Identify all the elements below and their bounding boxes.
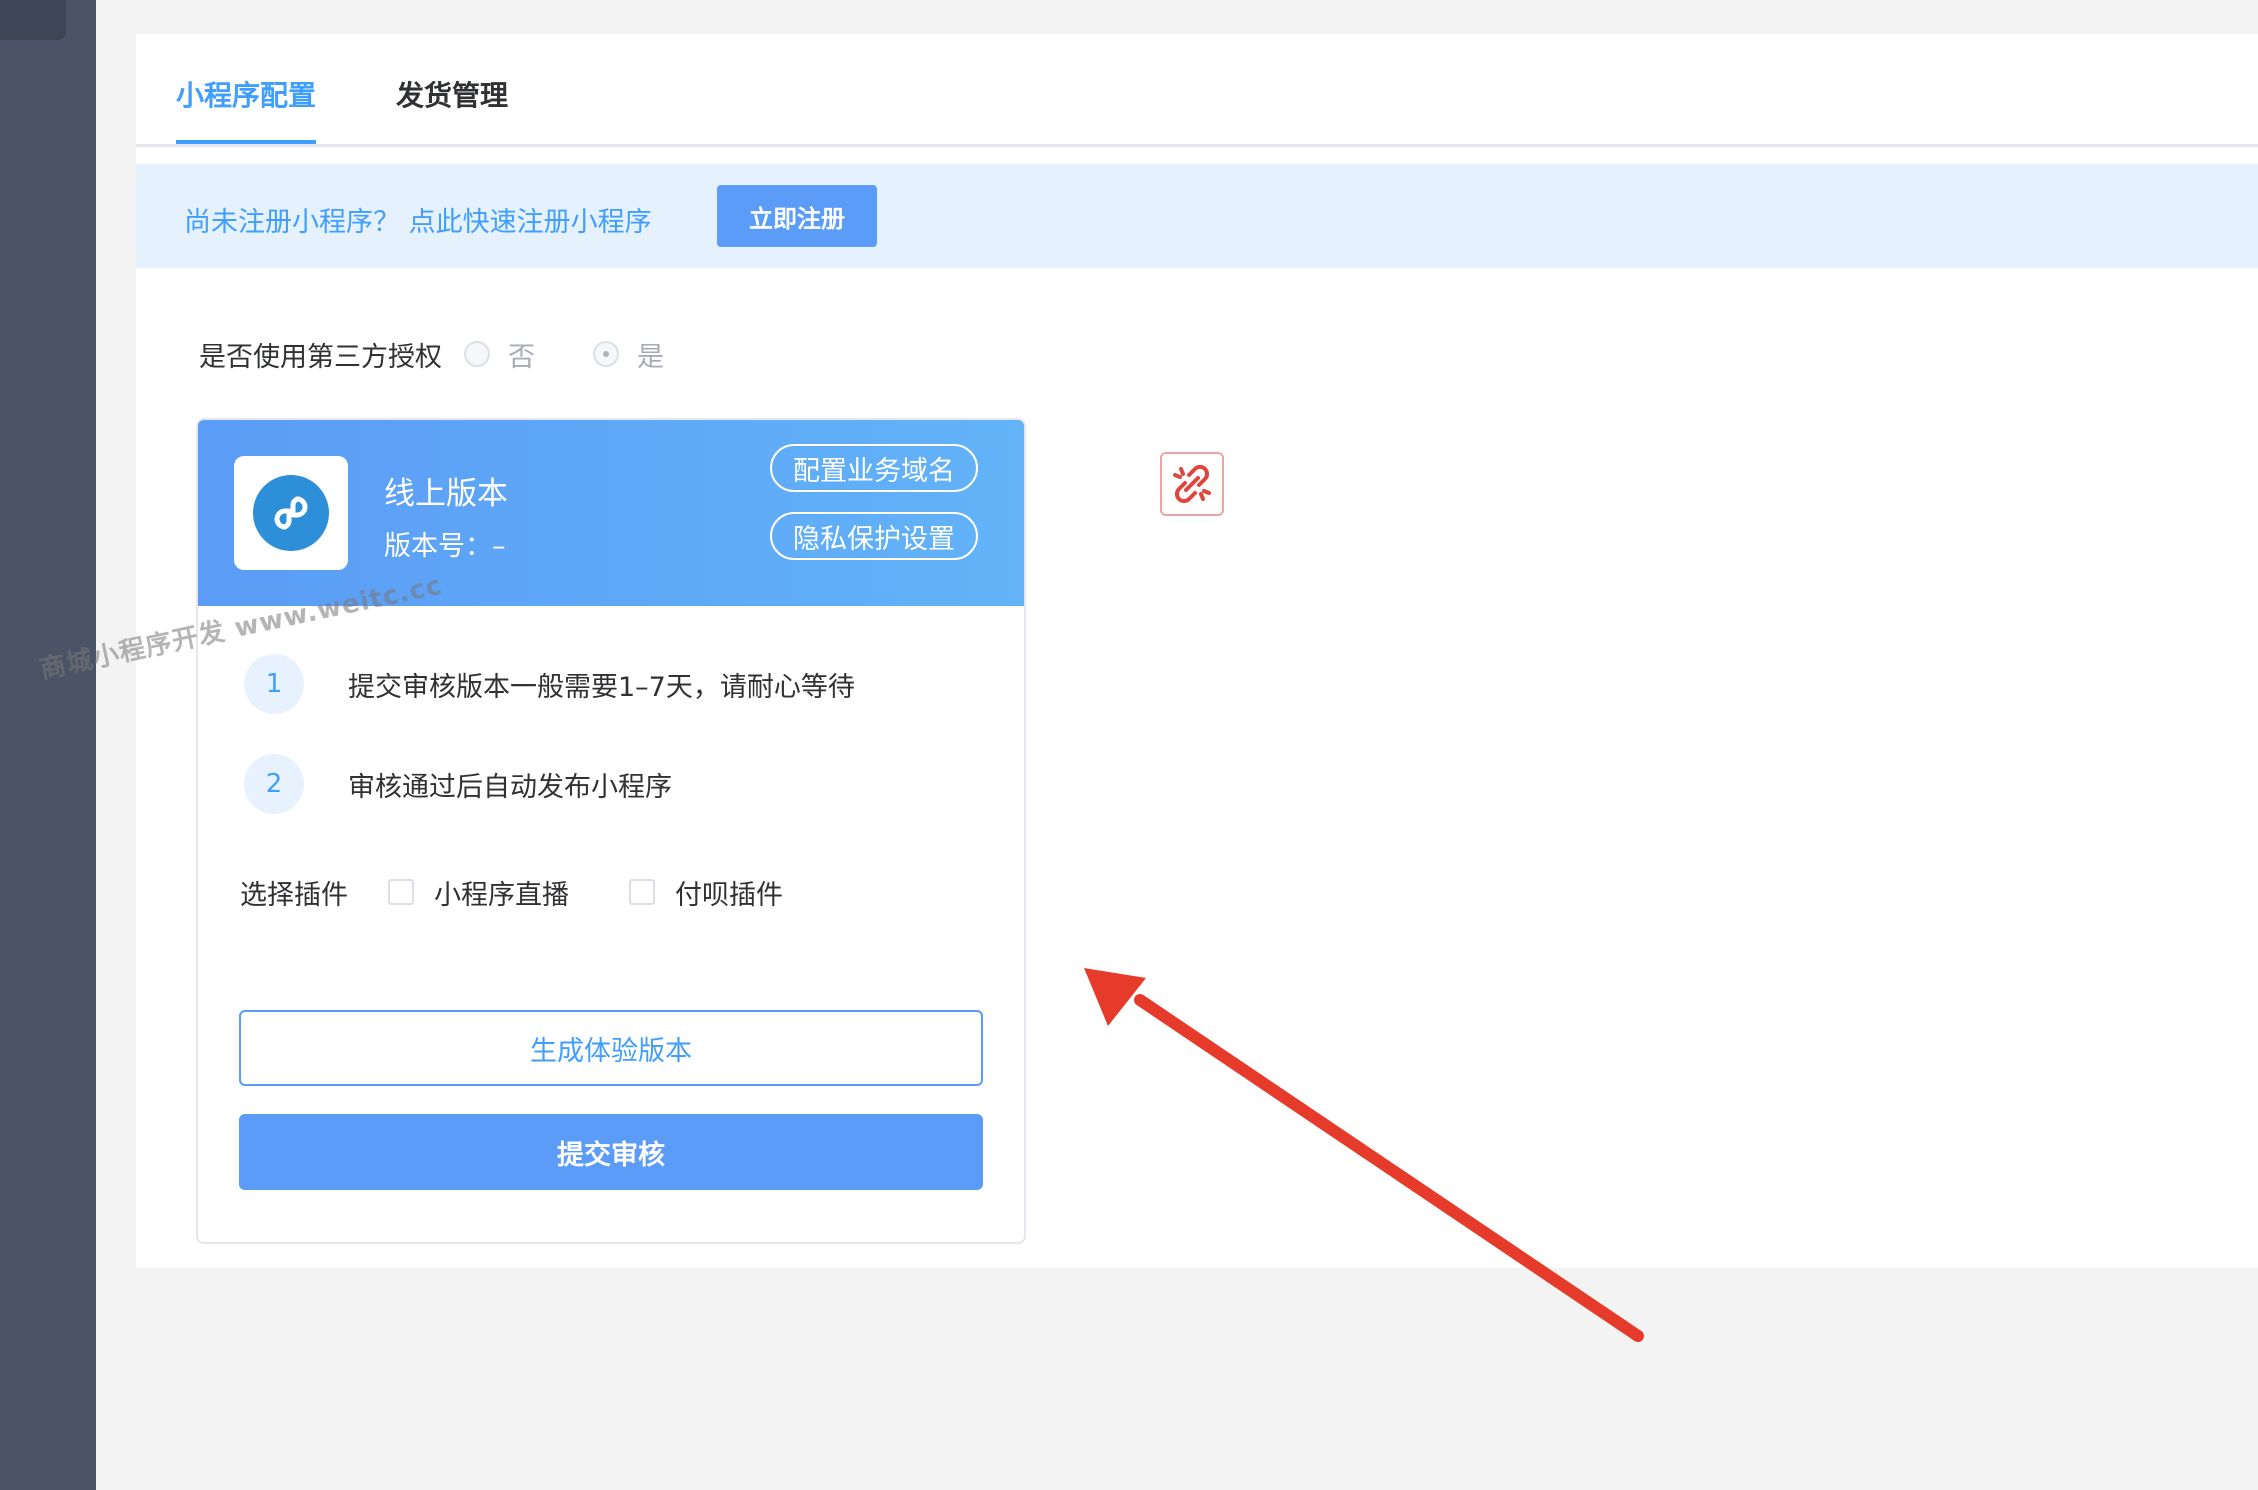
privacy-settings-button[interactable]: 隐私保护设置 <box>770 512 978 560</box>
radio-yes-label: 是 <box>637 341 664 373</box>
submit-review-button[interactable]: 提交审核 <box>239 1114 983 1190</box>
tab-bar: 小程序配置 发货管理 <box>136 34 2258 147</box>
radio-yes[interactable]: 是 <box>593 335 664 374</box>
third-party-auth-label: 是否使用第三方授权 <box>199 341 442 373</box>
plugin-selector-label: 选择插件 <box>240 879 348 911</box>
radio-no-circle[interactable] <box>464 341 490 367</box>
generate-preview-button[interactable]: 生成体验版本 <box>239 1010 983 1086</box>
register-now-button[interactable]: 立即注册 <box>717 185 877 247</box>
radio-no[interactable]: 否 <box>464 335 535 374</box>
step-item: 2 审核通过后自动发布小程序 <box>244 754 672 814</box>
tab-mini-program-config[interactable]: 小程序配置 <box>176 74 316 114</box>
sidebar <box>0 0 96 1490</box>
tab-shipping-management[interactable]: 发货管理 <box>396 74 508 114</box>
plugin-fubei-checkbox[interactable]: 付呗插件 <box>629 873 783 912</box>
plugin-live-checkbox[interactable]: 小程序直播 <box>388 873 569 912</box>
third-party-auth-row: 是否使用第三方授权 否 是 <box>199 334 722 374</box>
radio-no-label: 否 <box>508 341 535 373</box>
step-number: 2 <box>244 754 304 814</box>
main-panel: 小程序配置 发货管理 尚未注册小程序？ 点此快速注册小程序 立即注册 是否使用第… <box>136 34 2258 1268</box>
unlink-icon <box>1173 464 1211 504</box>
version-number: 版本号：– <box>384 531 506 562</box>
register-notice-text[interactable]: 尚未注册小程序？ 点此快速注册小程序 <box>184 200 652 239</box>
step-number: 1 <box>244 654 304 714</box>
config-domain-button[interactable]: 配置业务域名 <box>770 444 978 492</box>
register-notice-bar: 尚未注册小程序？ 点此快速注册小程序 立即注册 <box>136 164 2258 268</box>
card-header: 线上版本 版本号：– 配置业务域名 隐私保护设置 <box>198 420 1024 606</box>
step-text: 审核通过后自动发布小程序 <box>348 771 672 803</box>
online-version-card: 线上版本 版本号：– 配置业务域名 隐私保护设置 1 提交审核版本一般需要1–7… <box>196 418 1026 1244</box>
plugin-live-box[interactable] <box>388 879 414 905</box>
sidebar-top-item[interactable] <box>0 0 66 40</box>
radio-yes-circle[interactable] <box>593 341 619 367</box>
plugin-live-label: 小程序直播 <box>434 879 569 911</box>
unlink-button[interactable] <box>1160 452 1224 516</box>
app-logo <box>234 456 348 570</box>
plugin-fubei-label: 付呗插件 <box>675 879 783 911</box>
plugin-selector: 选择插件 小程序直播 付呗插件 <box>240 872 843 912</box>
step-item: 1 提交审核版本一般需要1–7天，请耐心等待 <box>244 654 855 714</box>
step-text: 提交审核版本一般需要1–7天，请耐心等待 <box>348 671 855 703</box>
mini-program-icon <box>253 475 329 551</box>
online-version-title: 线上版本 <box>384 476 508 512</box>
active-tab-indicator <box>176 140 316 144</box>
plugin-fubei-box[interactable] <box>629 879 655 905</box>
